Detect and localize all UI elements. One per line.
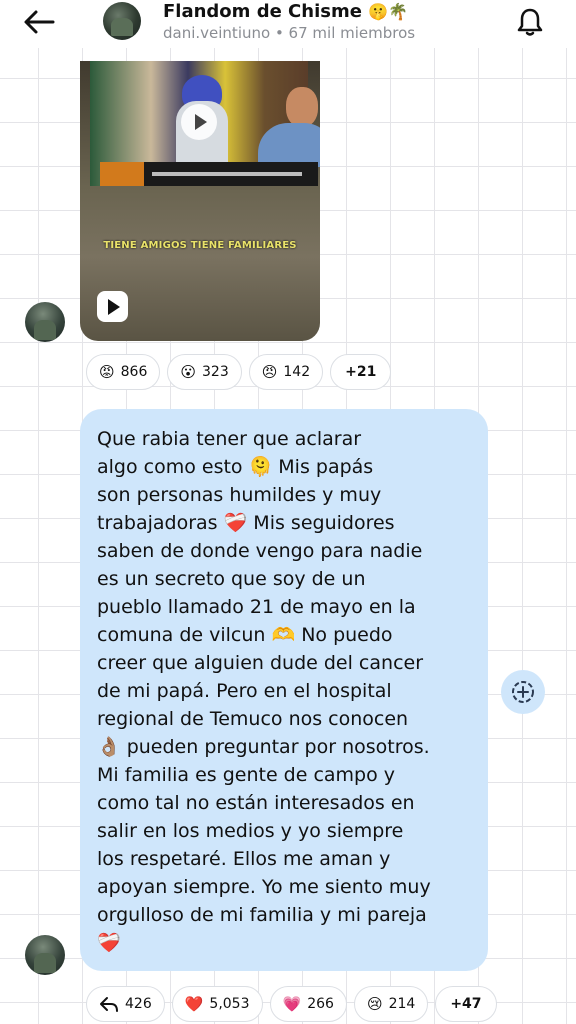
channel-subtitle: dani.veintiuno • 67 mil miembros [163,24,416,42]
back-arrow-icon[interactable] [22,6,58,38]
message-line: algo como esto 🫠 Mis papás [97,456,374,478]
video-lower-third [100,162,318,186]
message-reactions: 426 ❤️ 5,053 💗 266 😢 214 +47 [86,986,504,1022]
message-line: orgulloso de mi familia y mi pareja [97,904,427,926]
message-line: regional de Temuco nos conocen [97,708,409,730]
video-reactions: 😡 866 😮 323 😠 142 +21 [86,354,398,390]
reaction-wow[interactable]: 😮 323 [167,354,242,390]
message-line: creer que alguien dude del cancer [97,652,424,674]
reply-button[interactable]: 426 [86,986,165,1022]
message-line: trabajadoras ❤️‍🩹 Mis seguidores [97,512,395,534]
reaction-count: 323 [202,364,229,380]
message-line: 👌🏽 pueden preguntar por nosotros. [97,736,430,758]
reaction-angry[interactable]: 😡 866 [86,354,161,390]
video-person-right-body [258,123,320,167]
reaction-count: 5,053 [209,996,250,1012]
reaction-heart[interactable]: ❤️ 5,053 [171,986,263,1022]
reaction-count: 142 [283,364,311,380]
bell-icon[interactable] [514,6,546,38]
video-post[interactable]: TIENE AMIGOS TIENE FAMILIARES [80,61,320,341]
message-line: salir en los medios y yo siempre [97,820,404,842]
message-line: saben de donde vengo para nadie [97,540,423,562]
reaction-count: 866 [120,364,148,380]
wow-emoji-icon: 😮 [180,363,197,381]
top-bar: Flandom de Chisme 🤫🌴 dani.veintiuno • 67… [0,0,576,48]
mad-emoji-icon: 😠 [261,363,278,381]
reaction-count: 266 [307,996,334,1012]
channel-title-text: Flandom de Chisme [163,1,362,22]
angry-emoji-icon: 😡 [99,363,115,381]
reaction-count: 214 [388,996,416,1012]
message-line: como tal no están interesados en [97,792,415,814]
message-line: comuna de vilcun 🫶 No puedo [97,624,393,646]
sender-avatar[interactable] [25,302,65,342]
more-reactions-button[interactable]: +47 [435,986,497,1022]
video-caption: TIENE AMIGOS TIENE FAMILIARES [103,240,297,251]
channel-title-emoji: 🤫🌴 [368,2,409,21]
message-line: son personas humildes y muy [97,484,382,506]
message-line: Que rabia tener que aclarar [97,428,362,450]
message-line: ❤️‍🩹 [97,932,121,954]
pink-heart-emoji-icon: 💗 [282,995,302,1013]
channel-title[interactable]: Flandom de Chisme 🤫🌴 [163,1,408,22]
message-line: es un secreto que soy de un [97,568,366,590]
sender-avatar[interactable] [25,935,65,975]
reel-play-icon[interactable] [97,291,128,322]
message-line: pueblo llamado 21 de mayo en la [97,596,416,618]
reply-arrow-icon [100,997,118,1012]
message-line: apoyan siempre. Yo me siento muy [97,876,431,898]
message-line: de mi papá. Pero en el hospital [97,680,392,702]
message-bubble[interactable]: Que rabia tener que aclarar algo como es… [80,409,488,971]
more-reactions-button[interactable]: +21 [330,354,392,390]
message-line: los respetaré. Ellos me aman y [97,848,391,870]
video-play-icon[interactable] [181,104,217,140]
heart-emoji-icon: ❤️ [184,995,204,1013]
reply-count: 426 [125,996,152,1012]
reaction-pink-heart[interactable]: 💗 266 [269,986,347,1022]
message-line: Mi familia es gente de campo y [97,764,396,786]
add-reaction-icon[interactable] [501,670,545,714]
sad-emoji-icon: 😢 [366,995,383,1013]
channel-avatar[interactable] [103,2,141,40]
reaction-mad[interactable]: 😠 142 [248,354,324,390]
reaction-sad[interactable]: 😢 214 [353,986,429,1022]
video-person-right-head [286,87,318,127]
